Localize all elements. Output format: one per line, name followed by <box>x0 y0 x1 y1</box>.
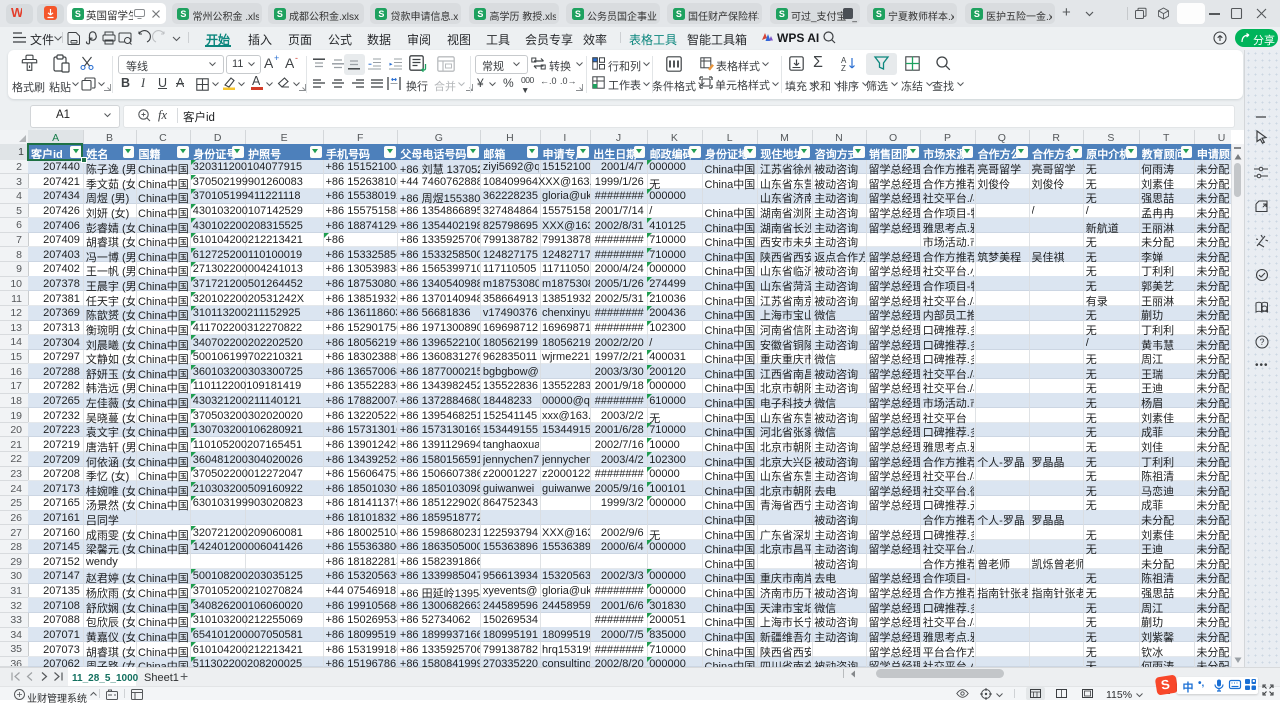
svg-text:Z: Z <box>841 64 846 73</box>
svg-text:?: ? <box>1260 337 1265 347</box>
